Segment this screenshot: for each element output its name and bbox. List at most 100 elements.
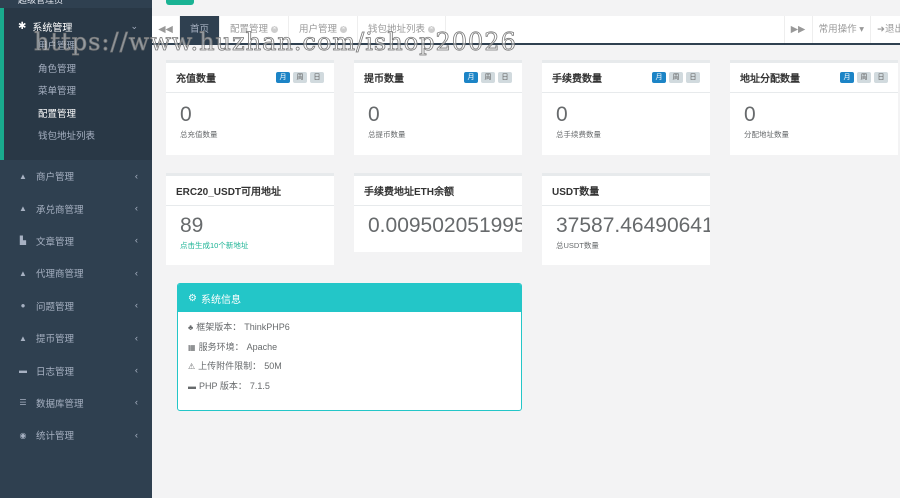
logout-label: 退出 [884, 24, 900, 35]
stat-caption: 总提币数量 [368, 130, 406, 139]
credit-card-icon: ▬ [19, 366, 27, 376]
sidebar-item[interactable]: ▲ 提币管理 ‹ [0, 322, 152, 354]
gear-icon: ✱ [18, 20, 27, 32]
stat-value: 37587.46490641 [556, 214, 710, 237]
tab-users[interactable]: 用户管理 × [289, 16, 359, 43]
logout-button[interactable]: ➜退出 [870, 16, 900, 43]
user-icon: ▲ [19, 268, 27, 278]
close-icon[interactable]: × [428, 26, 436, 33]
stat-card: 手续费数量 月周日 0 总手续费数量 [542, 60, 710, 155]
period-week-button[interactable]: 周 [669, 72, 683, 83]
stat-card: 手续费地址ETH余额 0.0095020519951000 [354, 173, 522, 252]
info-label: 框架版本： [196, 322, 242, 332]
stat-value: 0 [180, 103, 192, 126]
tab-label: 用户管理 [299, 24, 338, 35]
sidebar-item-label: 承兑商管理 [36, 204, 84, 216]
card-title: 手续费数量 [552, 74, 602, 85]
card-title: ERC20_USDT可用地址 [176, 187, 282, 198]
windows-icon: ▦ [188, 342, 196, 352]
stat-card: 提币数量 月周日 0 总提币数量 [354, 60, 522, 155]
card-title: 手续费地址ETH余额 [364, 187, 454, 198]
system-info-row: ▦ 服务环境： Apache [178, 338, 521, 358]
system-info-row: ⚠ 上传附件限制： 50M [178, 357, 521, 377]
period-week-button[interactable]: 周 [857, 72, 871, 83]
stat-value: 0 [744, 103, 756, 126]
sidebar: 超级管理员 ✱ 系统管理 ⌄ 用户管理 角色管理 菜单管理 配置管理 钱包地址列… [0, 0, 152, 498]
period-week-button[interactable]: 周 [481, 72, 495, 83]
tab-home[interactable]: 首页 [180, 16, 221, 43]
system-info-panel: ⚙ 系统信息 ♣ 框架版本： ThinkPHP6 ▦ 服务环境： Apache ⚠ 上传附件限制… [177, 283, 522, 411]
sidebar-item[interactable]: ▲ 承兑商管理 ‹ [0, 192, 152, 224]
sidebar-item-label: 日志管理 [36, 366, 75, 378]
chevron-left-icon: ‹ [134, 397, 138, 409]
sidebar-item-system[interactable]: ✱ 系统管理 ⌄ [4, 16, 152, 36]
info-value: Apache [246, 341, 278, 352]
period-day-button[interactable]: 日 [874, 72, 888, 83]
sidebar-subitem-wallets[interactable]: 钱包地址列表 [4, 126, 152, 149]
tabs-scroll-right-button[interactable]: ▶▶ [783, 16, 812, 43]
stat-caption: 总手续费数量 [556, 130, 601, 139]
tab-config[interactable]: 配置管理 × [220, 16, 290, 43]
caret-down-icon: ▾ [859, 24, 864, 35]
comment-icon: ● [20, 301, 26, 311]
top-bar [152, 0, 900, 16]
tab-label: 首页 [190, 24, 210, 35]
sidebar-item-label: 商户管理 [36, 172, 75, 184]
info-value: 7.1.5 [249, 380, 270, 391]
sidebar-item[interactable]: ◉ 统计管理 ‹ [0, 419, 152, 451]
user-role-label: 超级管理员 [18, 0, 64, 5]
chevron-left-icon: ‹ [134, 429, 138, 441]
stat-caption: 总充值数量 [180, 130, 218, 139]
tabs-scroll-left-button[interactable]: ◀◀ [152, 16, 180, 43]
stat-card: USDT数量 37587.46490641 总USDT数量 [542, 173, 710, 265]
sidebar-item[interactable]: ▬ 日志管理 ‹ [0, 354, 152, 386]
sidebar-item[interactable]: ● 问题管理 ‹ [0, 290, 152, 322]
sidebar-item-label: 统计管理 [36, 431, 75, 443]
sidebar-subitem-menus[interactable]: 菜单管理 [4, 81, 152, 104]
period-day-button[interactable]: 日 [498, 72, 512, 83]
sidebar-subitem-config[interactable]: 配置管理 [4, 104, 152, 127]
sidebar-item[interactable]: ▲ 商户管理 ‹ [0, 160, 152, 192]
chevron-left-icon: ‹ [134, 267, 138, 279]
info-value: ThinkPHP6 [244, 322, 290, 332]
sidebar-item[interactable]: ☰ 数据库管理 ‹ [0, 387, 152, 419]
tab-wallets[interactable]: 钱包地址列表 × [358, 16, 447, 43]
stat-value: 0 [368, 103, 380, 126]
period-month-button[interactable]: 月 [276, 72, 290, 83]
common-ops-dropdown[interactable]: 常用操作 ▾ [811, 16, 870, 43]
menu-toggle-button[interactable] [166, 0, 194, 5]
sidebar-subitem-users[interactable]: 用户管理 [4, 36, 152, 59]
panel-title: 系统信息 [200, 294, 241, 306]
generate-addresses-link[interactable]: 点击生成10个新地址 [180, 240, 320, 251]
close-icon[interactable]: × [340, 26, 348, 33]
stat-card: ERC20_USDT可用地址 89 点击生成10个新地址 [166, 173, 334, 265]
credit-card-icon: ▬ [188, 381, 196, 391]
stat-value: 0.0095020519951000 [368, 214, 522, 237]
chevron-left-icon: ‹ [134, 365, 138, 377]
info-value: 50M [264, 361, 282, 371]
period-week-button[interactable]: 周 [293, 72, 307, 83]
period-month-button[interactable]: 月 [652, 72, 666, 83]
sidebar-subitem-roles[interactable]: 角色管理 [4, 59, 152, 82]
chevron-down-icon: ⌄ [130, 20, 138, 31]
period-day-button[interactable]: 日 [686, 72, 700, 83]
sidebar-item[interactable]: ▲ 代理商管理 ‹ [0, 257, 152, 289]
period-month-button[interactable]: 月 [464, 72, 478, 83]
database-icon: ☰ [19, 398, 27, 408]
period-month-button[interactable]: 月 [840, 72, 854, 83]
user-icon: ▲ [19, 204, 27, 214]
card-title: 地址分配数量 [740, 74, 800, 85]
sidebar-item-label: 系统管理 [32, 22, 73, 34]
chevron-left-icon: ‹ [134, 203, 138, 215]
copy-icon: ▙ [19, 236, 27, 246]
stat-caption: 总USDT数量 [556, 241, 599, 250]
system-info-row: ♣ 框架版本： ThinkPHP6 [178, 318, 521, 338]
warning-icon: ⚠ [188, 362, 196, 371]
close-icon[interactable]: × [271, 26, 279, 33]
stat-caption: 分配地址数量 [744, 130, 789, 139]
info-label: 服务环境： [198, 341, 244, 352]
period-day-button[interactable]: 日 [310, 72, 324, 83]
system-info-row: ▬ PHP 版本： 7.1.5 [178, 377, 521, 397]
gears-icon: ⚙ [188, 292, 197, 304]
sidebar-item[interactable]: ▙ 文章管理 ‹ [0, 225, 152, 257]
